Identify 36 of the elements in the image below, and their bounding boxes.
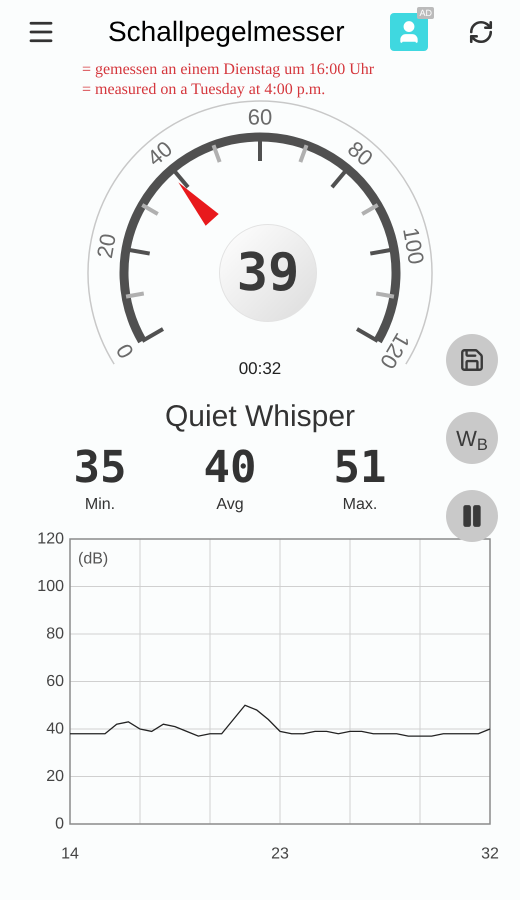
stat-value: 40	[204, 442, 256, 492]
stat-label: Min.	[84, 494, 116, 514]
stat-label: Avg	[216, 494, 244, 514]
timer: 00:32	[238, 358, 282, 380]
y-axis-label: 40	[46, 720, 64, 737]
app-title: Schallpegelmesser	[108, 15, 345, 49]
current-reading: 39	[236, 245, 300, 301]
noise-classification: Quiet Whisper	[164, 398, 356, 434]
x-axis-label: 14	[61, 845, 79, 862]
annotation-line: = measured on a Tuesday at 4:00 p.m.	[82, 80, 326, 100]
gauge-label: 80	[342, 136, 378, 171]
gauge-label: 40	[142, 136, 178, 171]
y-axis-label: 60	[46, 672, 64, 690]
save-button[interactable]	[446, 334, 498, 386]
refresh-button[interactable]	[468, 19, 494, 45]
gauge-label: 0	[111, 339, 139, 363]
pause-button[interactable]	[446, 490, 498, 542]
y-axis-label: 120	[37, 530, 64, 547]
y-axis-label: 100	[37, 578, 64, 594]
gauge-label: 20	[92, 232, 121, 260]
y-axis-label: 0	[55, 815, 64, 832]
y-axis-label: 80	[46, 625, 64, 642]
gauge-label: 100	[398, 226, 430, 266]
annotation-line: = gemessen an einem Dienstag um 16:00 Uhr	[82, 60, 376, 80]
stat-label: Max.	[342, 494, 378, 514]
gauge-label: 120	[375, 328, 416, 372]
x-axis-label: 23	[271, 845, 289, 862]
weighting-button[interactable]: W$_{B}$	[446, 412, 498, 464]
unit-label: (dB)	[78, 550, 108, 567]
stat-value: 35	[74, 442, 126, 492]
needle	[178, 182, 219, 226]
ad-badge: AD	[417, 7, 434, 19]
stat-value: 51	[334, 442, 386, 492]
y-axis-label: 20	[46, 768, 64, 784]
gauge-label: 60	[248, 104, 272, 130]
x-axis-label: 32	[481, 845, 499, 862]
